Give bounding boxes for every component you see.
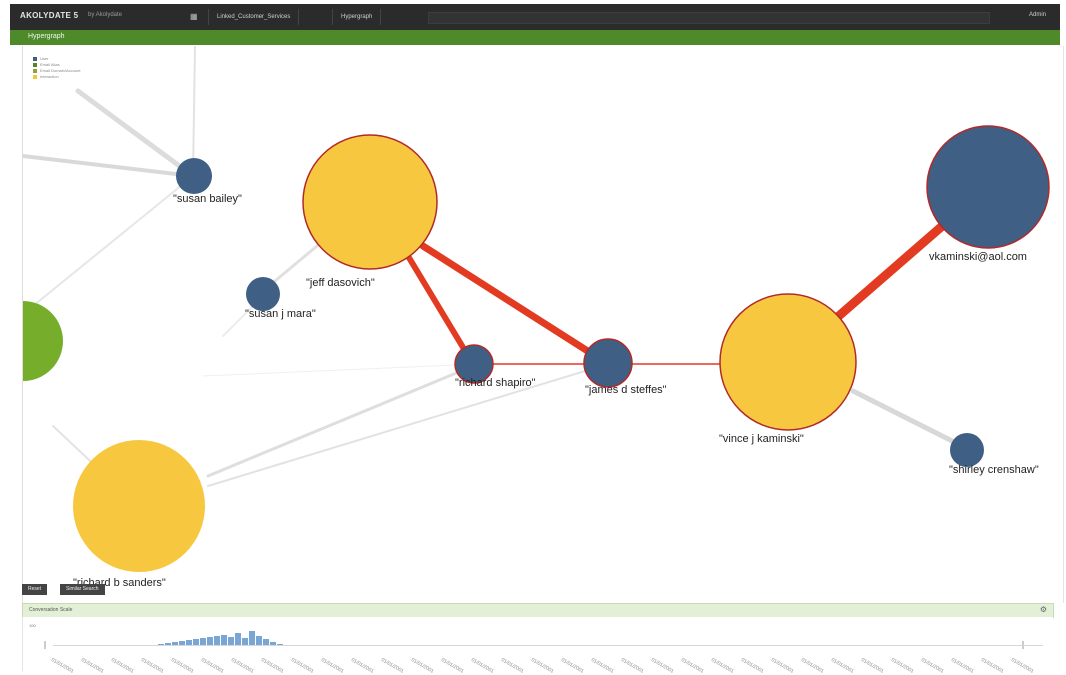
timeline-tick: 01/01/2001 xyxy=(860,657,885,675)
timeline-tick: 01/01/2001 xyxy=(500,657,525,675)
hypergraph-canvas[interactable]: "susan bailey" "jeff dasovich" "susan j … xyxy=(23,46,1063,603)
legend-swatch xyxy=(33,63,37,67)
timeline-tick: 01/01/2001 xyxy=(200,657,225,675)
legend-label: Interaction xyxy=(40,74,59,79)
graph-edge xyxy=(32,175,194,307)
legend-swatch xyxy=(33,75,37,79)
timeline-tick: 01/01/2001 xyxy=(260,657,285,675)
timeline-tick: 01/01/2001 xyxy=(350,657,375,675)
graph-edge xyxy=(206,362,480,478)
graph-edge xyxy=(419,242,612,368)
timeline-tick: 01/01/2001 xyxy=(320,657,345,675)
timeline-tick: 01/01/2001 xyxy=(470,657,495,675)
timeline-tick: 01/01/2001 xyxy=(560,657,585,675)
label-richard-shapiro: "richard shapiro" xyxy=(455,377,536,389)
timeline-bar xyxy=(249,631,255,646)
user-menu[interactable]: Admin xyxy=(1029,12,1046,18)
timeline-tick: 01/01/2001 xyxy=(590,657,615,675)
timeline-tick: 01/01/2001 xyxy=(530,657,555,675)
label-vkaminski-email: vkaminski@aol.com xyxy=(929,251,1027,263)
label-susan-mara: "susan j mara" xyxy=(245,308,316,320)
graph-panel: "susan bailey" "jeff dasovich" "susan j … xyxy=(22,46,1064,603)
timeline-tick: 01/01/2001 xyxy=(230,657,255,675)
search-input[interactable] xyxy=(428,12,990,24)
app-brand-subtitle: by Akolydate xyxy=(88,12,123,18)
timeline-title: Conversation Scale xyxy=(29,607,73,613)
node-james-steffes[interactable] xyxy=(583,338,633,388)
timeline-ticks: 01/01/2001 01/01/2001 01/01/2001 01/01/2… xyxy=(50,657,1043,675)
timeline-bars xyxy=(158,631,283,646)
label-shirley-crenshaw: "shirley crenshaw" xyxy=(949,464,1039,476)
timeline-tick: 01/01/2001 xyxy=(680,657,705,675)
timeline-tick: 01/01/2001 xyxy=(290,657,315,675)
legend-swatch xyxy=(33,69,37,73)
timeline-tick: 01/01/2001 xyxy=(110,657,135,675)
page-title: Hypergraph xyxy=(28,33,65,40)
timeline-tick: 01/01/2001 xyxy=(380,657,405,675)
tab-linked-services[interactable]: Linked_Customer_Services xyxy=(208,9,300,25)
timeline-tick: 01/01/2001 xyxy=(770,657,795,675)
timeline-tick: 01/01/2001 xyxy=(1010,657,1035,675)
graph-edge xyxy=(202,363,479,377)
timeline-panel[interactable]: 100 01/01/2001 01/01/2001 01/01/2001 01/… xyxy=(22,617,1053,675)
label-jeff-dasovich: "jeff dasovich" xyxy=(306,277,375,289)
graph-edge xyxy=(192,46,196,177)
timeline-tick: 01/01/2001 xyxy=(440,657,465,675)
timeline-tick: 01/01/2001 xyxy=(980,657,1005,675)
red-edges xyxy=(405,216,953,368)
timeline-tick: 01/01/2001 xyxy=(80,657,105,675)
node-vince-kaminski[interactable] xyxy=(719,293,857,431)
tab-hypergraph[interactable]: Hypergraph xyxy=(332,9,382,25)
legend-item: Interaction xyxy=(33,74,80,80)
node-vkaminski-email[interactable] xyxy=(926,125,1050,249)
reset-button[interactable]: Reset xyxy=(22,584,48,595)
graph-edge xyxy=(207,363,609,487)
timeline-tick: 01/01/2001 xyxy=(620,657,645,675)
timeline-tick: 01/01/2001 xyxy=(830,657,855,675)
graph-edge xyxy=(850,388,971,452)
view-title-bar: Hypergraph xyxy=(10,30,1060,45)
timeline-tick: 01/01/2001 xyxy=(50,657,75,675)
timeline-tick: 01/01/2001 xyxy=(800,657,825,675)
gear-icon[interactable]: ⚙ xyxy=(1040,605,1047,614)
node-richard-sanders[interactable] xyxy=(73,440,205,572)
top-navigation-bar: AKOLYDATE 5 by Akolydate ▦ Linked_Custom… xyxy=(10,4,1060,31)
node-susan-bailey[interactable] xyxy=(176,158,212,194)
label-vince-kaminski: "vince j kaminski" xyxy=(719,433,804,445)
app-brand[interactable]: AKOLYDATE 5 xyxy=(20,11,78,20)
timeline-tick: 01/01/2001 xyxy=(170,657,195,675)
label-james-steffes: "james d steffes" xyxy=(585,384,667,396)
gray-edges xyxy=(23,46,971,507)
legend-swatch xyxy=(33,57,37,61)
node-green-partial[interactable] xyxy=(23,301,63,381)
timeline-tick: 01/01/2001 xyxy=(650,657,675,675)
timeline-tick: 01/01/2001 xyxy=(950,657,975,675)
similar-search-button[interactable]: Similar Search xyxy=(60,584,105,595)
timeline-tick: 01/01/2001 xyxy=(920,657,945,675)
timeline-tick: 01/01/2001 xyxy=(890,657,915,675)
graph-legend: User Email Alias Email Domain/Account In… xyxy=(33,56,80,80)
timeline-axis xyxy=(53,645,1043,646)
label-susan-bailey: "susan bailey" xyxy=(173,193,242,205)
timeline-header: Conversation Scale ⚙ xyxy=(22,603,1054,618)
node-shirley-crenshaw[interactable] xyxy=(950,433,984,467)
node-jeff-dasovich[interactable] xyxy=(302,134,438,270)
timeline-tick: 01/01/2001 xyxy=(140,657,165,675)
timeline-tick: 01/01/2001 xyxy=(740,657,765,675)
timeline-tick: 01/01/2001 xyxy=(710,657,735,675)
graph-edge xyxy=(828,216,953,326)
timeline-tick: 01/01/2001 xyxy=(410,657,435,675)
grid-icon[interactable]: ▦ xyxy=(190,12,198,21)
node-susan-mara[interactable] xyxy=(246,277,280,311)
